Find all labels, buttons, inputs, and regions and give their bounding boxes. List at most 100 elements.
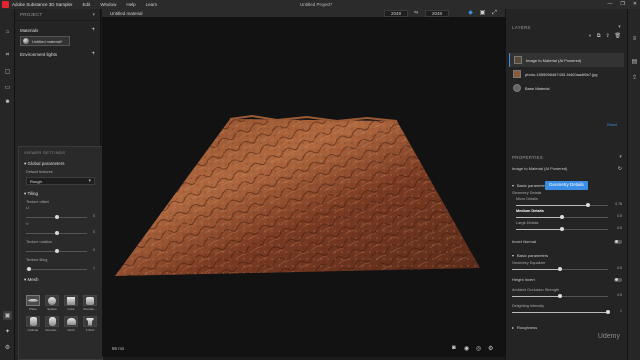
lighting-icon[interactable]: ✦ — [3, 327, 12, 336]
mesh-rounded-cylinder[interactable]: Rounde... — [44, 316, 60, 334]
sphere-mesh-icon — [48, 296, 56, 305]
layer-thumbnail — [513, 70, 521, 78]
properties-layer-name: Image to Material (AI Powered) — [512, 166, 568, 171]
viewport-tab[interactable]: Untitled material — [110, 11, 143, 16]
texture-rotation-slider[interactable]: 0 — [26, 248, 95, 254]
material-sphere-icon — [23, 38, 29, 44]
geometry-equalizer-slider[interactable]: 0.5 — [512, 266, 622, 272]
menu-edit[interactable]: Edit — [83, 2, 91, 7]
texture-tiling-slider[interactable]: 1 — [26, 266, 95, 272]
home-icon[interactable]: ⌂ — [3, 27, 12, 36]
mesh-sphere[interactable]: Sphere — [44, 295, 60, 313]
layer-label: Base Material — [525, 85, 550, 91]
mesh-cloth[interactable]: Cloth — [63, 316, 79, 334]
collapse-layers-icon[interactable]: ▾ — [618, 24, 621, 30]
collapse-properties-icon[interactable]: ▾ — [619, 154, 622, 160]
frame-time-label: 86 ms — [112, 346, 125, 351]
basic-parameters-section[interactable]: Basic parameters — [517, 183, 548, 188]
3d-view-icon[interactable]: ◆ — [467, 10, 474, 17]
close-button[interactable]: ✕ — [633, 1, 637, 7]
delete-icon[interactable]: 🗑 — [615, 33, 621, 43]
default-textures-label: Default textures — [26, 170, 53, 174]
rounded-cube-mesh-icon — [86, 296, 94, 305]
offset-v-label: V — [26, 222, 29, 226]
global-parameters-section[interactable]: ▾ Global parameters — [19, 158, 102, 168]
app-logo-icon — [2, 1, 9, 8]
mesh-plane[interactable]: Plane — [25, 295, 41, 313]
tshirt-mesh-icon — [86, 317, 94, 326]
offset-u-label: U — [26, 206, 29, 210]
ambient-occlusion-slider[interactable]: 0.5 — [512, 293, 622, 299]
add-material-icon[interactable]: + — [91, 27, 95, 33]
material-item[interactable]: Untitled material* — [20, 36, 70, 46]
layer-item[interactable]: Image to Material (AI Powered) — [509, 53, 624, 67]
layers-panel-icon[interactable]: ≡ — [630, 34, 639, 43]
collapse-icon[interactable]: ▾ — [92, 12, 95, 18]
cube-mesh-icon — [67, 296, 75, 305]
maximize-button[interactable]: ❐ — [620, 1, 624, 7]
materials-label: Materials — [20, 27, 39, 33]
mesh-section[interactable]: ▾ Mesh — [19, 274, 102, 284]
2d-view-icon[interactable]: ▣ — [479, 10, 486, 17]
menu-learn[interactable]: Learn — [146, 2, 158, 7]
user-icon[interactable]: ☻ — [3, 97, 12, 106]
link-icon[interactable]: ⇆ — [414, 10, 418, 16]
medium-details-slider[interactable]: 0.5 — [516, 214, 622, 220]
basic-parameters-section-2[interactable]: Basic parameters — [517, 253, 548, 258]
delighting-intensity-slider[interactable]: 1 — [512, 309, 622, 315]
roughness-section[interactable]: Roughness — [517, 325, 537, 330]
collapse-icon[interactable]: ▸ — [512, 325, 514, 330]
duplicate-icon[interactable]: ⧉ — [597, 33, 601, 43]
resolution-select-b[interactable]: 2048 — [425, 10, 450, 17]
geometry-details-tooltip: Geometry Details — [545, 181, 588, 190]
tiling-section[interactable]: ▾ Tiling — [19, 188, 102, 198]
height-invert-toggle[interactable] — [614, 277, 622, 282]
expand-icon[interactable]: ▾ — [512, 253, 514, 258]
texture-tiling-label: Texture tiling — [26, 258, 48, 262]
material-item-label: Untitled material* — [32, 38, 63, 44]
export-icon[interactable]: ⇪ — [605, 33, 609, 43]
invert-normal-toggle[interactable] — [614, 239, 622, 244]
cloth-mesh-icon — [66, 318, 76, 325]
expand-icon[interactable]: ▾ — [512, 183, 514, 188]
height-invert-label: Height Invert — [512, 277, 535, 282]
viewer-gear-icon[interactable]: ⚙ — [488, 345, 493, 352]
camera-icon[interactable]: ◙ — [452, 345, 456, 351]
environment-icon[interactable]: ◎ — [476, 345, 481, 352]
3d-viewport[interactable] — [102, 18, 505, 357]
add-filter-icon[interactable]: ◐ — [589, 33, 592, 43]
layers-icon[interactable]: ▢ — [3, 67, 12, 76]
minimize-button[interactable]: — — [607, 1, 612, 7]
mesh-tshirt[interactable]: T-Shirt — [82, 316, 98, 334]
layer-item[interactable]: Base Material — [509, 81, 624, 95]
menu-help[interactable]: Help — [126, 2, 135, 7]
mesh-rounded-cube[interactable]: Rounde... — [82, 295, 98, 313]
micro-details-slider[interactable]: 0.78 — [516, 202, 622, 208]
image-icon[interactable]: ▭ — [3, 83, 12, 92]
large-details-slider[interactable]: 0.5 — [516, 226, 622, 232]
resolution-select-a[interactable]: 2048 — [384, 10, 409, 17]
assets-icon[interactable]: ▤ — [630, 57, 639, 66]
layers-header: LAYERS — [512, 24, 531, 30]
add-light-icon[interactable]: + — [91, 51, 95, 57]
menu-window[interactable]: Window — [100, 2, 116, 7]
fullscreen-icon[interactable]: ⤢ — [491, 10, 498, 17]
texture-rotation-label: Texture rotation — [26, 240, 53, 244]
refresh-icon[interactable]: ↻ — [618, 166, 622, 172]
rounded-cylinder-mesh-icon — [48, 317, 56, 326]
offset-v-slider[interactable]: 0 — [26, 230, 95, 236]
settings-gear-icon[interactable]: ⚙ — [3, 343, 12, 352]
viewport-bottom-bar: 86 ms ◙ ◉ ◎ ⚙ — [102, 342, 505, 356]
project-header: PROJECT — [20, 12, 43, 17]
reset-link[interactable]: Reset — [607, 123, 617, 127]
mesh-cube[interactable]: Cube — [63, 295, 79, 313]
default-textures-select[interactable]: Rough — [26, 177, 95, 185]
export-panel-icon[interactable]: ⇪ — [630, 73, 639, 82]
viewer-settings-icon[interactable]: ▣ — [3, 311, 12, 320]
layer-item[interactable]: photo-1559056487433-f4400aa4f6b7.jpg — [509, 67, 624, 81]
render-icon[interactable]: ◉ — [464, 345, 469, 352]
right-tool-rail: ≡ ▤ ⇪ — [627, 9, 640, 360]
offset-u-slider[interactable]: 0 — [26, 214, 95, 220]
mesh-cylinder[interactable]: Cylinder — [25, 316, 41, 334]
crop-icon[interactable]: ⌗ — [3, 51, 12, 60]
